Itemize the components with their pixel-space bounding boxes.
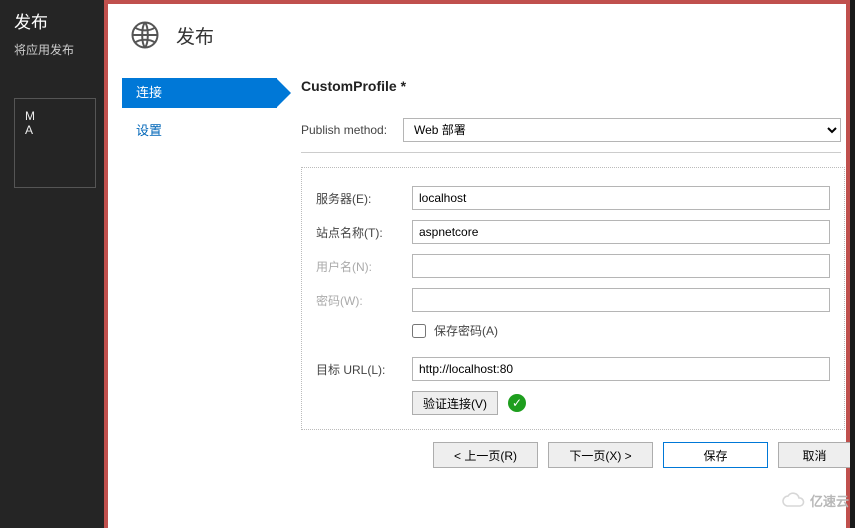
server-row: 服务器(E): [316,186,830,210]
publish-method-label: Publish method: [301,123,403,137]
side-nav: 连接 设置 [122,68,277,528]
user-input[interactable] [412,254,830,278]
background-panel: 发布 将应用发布 M A [0,0,110,528]
server-label: 服务器(E): [316,190,412,207]
nav-item-settings[interactable]: 设置 [122,116,277,146]
save-button[interactable]: 保存 [663,442,768,468]
prev-button[interactable]: < 上一页(R) [433,442,538,468]
validate-row: 验证连接(V) ✓ [412,391,830,415]
password-row: 密码(W): [316,288,830,312]
password-label: 密码(W): [316,292,412,309]
globe-icon [130,20,160,50]
save-password-checkbox[interactable] [412,324,426,338]
user-label: 用户名(N): [316,258,412,275]
bg-title: 发布 [14,8,96,33]
site-input[interactable] [412,220,830,244]
publish-dialog: 发布 连接 设置 CustomProfile * Publish method:… [108,4,846,528]
publish-method-row: Publish method: Web 部署 [301,118,846,142]
cancel-button[interactable]: 取消 [778,442,850,468]
dialog-body: 连接 设置 CustomProfile * Publish method: We… [108,68,846,528]
dialog-footer: < 上一页(R) 下一页(X) > 保存 取消 [301,430,850,474]
save-password-row: 保存密码(A) [412,322,830,339]
server-input[interactable] [412,186,830,210]
nav-item-connect[interactable]: 连接 [122,78,277,108]
divider [301,152,841,153]
connection-panel: 服务器(E): 站点名称(T): 用户名(N): 密码(W): [301,167,845,430]
validate-connection-button[interactable]: 验证连接(V) [412,391,498,415]
publish-method-select[interactable]: Web 部署 [403,118,841,142]
password-input[interactable] [412,288,830,312]
site-label: 站点名称(T): [316,224,412,241]
save-password-label: 保存密码(A) [434,322,498,339]
check-ok-icon: ✓ [508,394,526,412]
content-area: CustomProfile * Publish method: Web 部署 服… [277,68,846,528]
user-row: 用户名(N): [316,254,830,278]
bg-subtitle: 将应用发布 [14,41,96,58]
dest-url-row: 目标 URL(L): [316,357,830,381]
bg-card: M A [14,98,96,188]
next-button[interactable]: 下一页(X) > [548,442,653,468]
site-row: 站点名称(T): [316,220,830,244]
dest-url-input[interactable] [412,357,830,381]
dialog-outer-border: 发布 连接 设置 CustomProfile * Publish method:… [104,0,850,528]
profile-title: CustomProfile * [301,78,846,94]
dialog-header: 发布 [108,4,846,68]
dialog-title: 发布 [176,22,214,49]
dest-url-label: 目标 URL(L): [316,361,412,378]
